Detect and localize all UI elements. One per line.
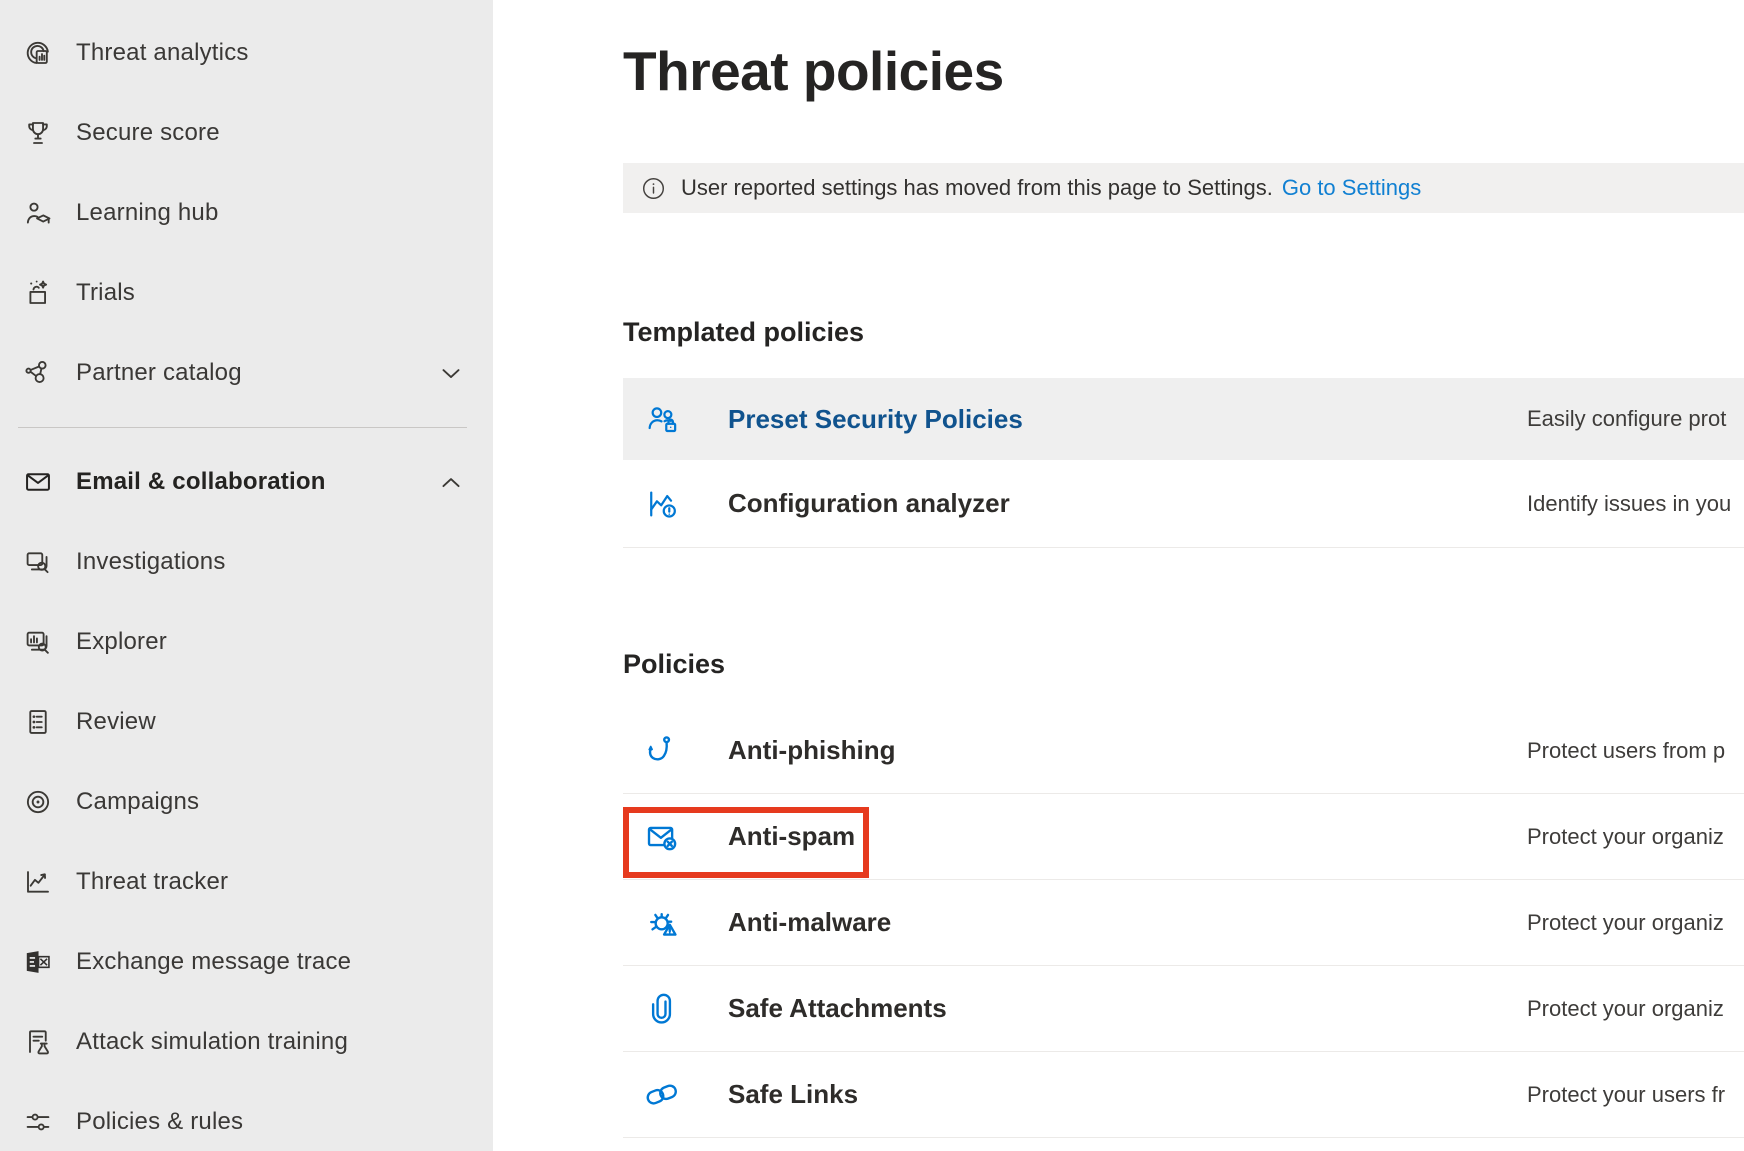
attack-simulation-icon <box>22 1026 54 1058</box>
sidebar-item-campaigns[interactable]: Campaigns <box>0 762 493 842</box>
sidebar-item-exchange-message-trace[interactable]: Exchange message trace <box>0 922 493 1002</box>
sidebar-item-learning-hub[interactable]: Learning hub <box>0 173 493 253</box>
row-description: Protect users from p <box>1527 738 1744 764</box>
threat-analytics-icon <box>22 37 54 69</box>
row-description: Protect your organiz <box>1527 824 1744 850</box>
investigations-icon <box>22 546 54 578</box>
main-content: Threat policies User reported settings h… <box>493 0 1744 1151</box>
row-anti-spam[interactable]: Anti-spam Protect your organiz <box>623 794 1744 880</box>
explorer-icon <box>22 626 54 658</box>
info-icon <box>640 175 667 202</box>
row-title[interactable]: Preset Security Policies <box>728 404 1023 435</box>
row-title[interactable]: Anti-spam <box>728 821 855 852</box>
email-icon <box>22 466 54 498</box>
sidebar-item-label: Investigations <box>76 548 226 576</box>
campaigns-icon <box>22 786 54 818</box>
sidebar-item-label: Exchange message trace <box>76 948 351 976</box>
row-anti-malware[interactable]: Anti-malware Protect your organiz <box>623 880 1744 966</box>
chevron-up-icon[interactable] <box>437 468 465 496</box>
safe-links-icon <box>643 1076 681 1114</box>
row-title[interactable]: Anti-phishing <box>728 735 896 766</box>
trophy-icon <box>22 117 54 149</box>
sidebar-item-threat-analytics[interactable]: Threat analytics <box>0 13 493 93</box>
trials-icon <box>22 277 54 309</box>
row-safe-links[interactable]: Safe Links Protect your users fr <box>623 1052 1744 1138</box>
sidebar-item-label: Attack simulation training <box>76 1028 348 1056</box>
row-title[interactable]: Configuration analyzer <box>728 488 1010 519</box>
row-title[interactable]: Safe Attachments <box>728 993 947 1024</box>
sidebar-item-explorer[interactable]: Explorer <box>0 602 493 682</box>
sidebar-divider <box>18 427 467 428</box>
sidebar-item-label: Policies & rules <box>76 1108 243 1136</box>
review-icon <box>22 706 54 738</box>
threat-tracker-icon <box>22 866 54 898</box>
sidebar-item-trials[interactable]: Trials <box>0 253 493 333</box>
sidebar-item-policies-rules[interactable]: Policies & rules <box>0 1082 493 1151</box>
exchange-icon <box>22 946 54 978</box>
row-configuration-analyzer[interactable]: Configuration analyzer Identify issues i… <box>623 460 1744 548</box>
row-description: Easily configure prot <box>1527 406 1744 432</box>
sidebar-item-label: Review <box>76 708 156 736</box>
sidebar-item-review[interactable]: Review <box>0 682 493 762</box>
partner-catalog-icon <box>22 357 54 389</box>
section-heading-templated: Templated policies <box>623 314 1744 350</box>
sidebar-section-label: Email & collaboration <box>76 468 326 496</box>
sidebar-item-label: Threat tracker <box>76 868 228 896</box>
sidebar-item-secure-score[interactable]: Secure score <box>0 93 493 173</box>
section-heading-policies: Policies <box>623 646 1744 682</box>
anti-phishing-icon <box>643 732 681 770</box>
sliders-icon <box>22 1106 54 1138</box>
templated-policies-list: Preset Security Policies Easily configur… <box>623 378 1744 548</box>
sidebar-item-threat-tracker[interactable]: Threat tracker <box>0 842 493 922</box>
sidebar-item-label: Secure score <box>76 119 220 147</box>
row-preset-security-policies[interactable]: Preset Security Policies Easily configur… <box>623 378 1744 460</box>
info-banner: User reported settings has moved from th… <box>623 163 1744 213</box>
banner-text: User reported settings has moved from th… <box>681 175 1273 201</box>
preset-security-icon <box>643 400 681 438</box>
policies-list: Anti-phishing Protect users from p Anti-… <box>623 708 1744 1138</box>
sidebar-item-partner-catalog[interactable]: Partner catalog <box>0 333 493 413</box>
page-title: Threat policies <box>623 38 1744 104</box>
learning-hub-icon <box>22 197 54 229</box>
row-title[interactable]: Anti-malware <box>728 907 891 938</box>
defender-portal: Threat analytics Secure score <box>0 0 1744 1151</box>
sidebar: Threat analytics Secure score <box>0 0 493 1151</box>
anti-spam-icon <box>643 818 681 856</box>
sidebar-item-label: Partner catalog <box>76 359 242 387</box>
row-anti-phishing[interactable]: Anti-phishing Protect users from p <box>623 708 1744 794</box>
configuration-analyzer-icon <box>643 485 681 523</box>
safe-attachments-icon <box>643 990 681 1028</box>
sidebar-item-investigations[interactable]: Investigations <box>0 522 493 602</box>
row-title[interactable]: Safe Links <box>728 1079 858 1110</box>
sidebar-item-label: Campaigns <box>76 788 199 816</box>
sidebar-section-email-collaboration[interactable]: Email & collaboration <box>0 442 493 522</box>
sidebar-item-label: Learning hub <box>76 199 219 227</box>
row-safe-attachments[interactable]: Safe Attachments Protect your organiz <box>623 966 1744 1052</box>
sidebar-item-attack-simulation-training[interactable]: Attack simulation training <box>0 1002 493 1082</box>
row-description: Protect your users fr <box>1527 1082 1744 1108</box>
anti-malware-icon <box>643 904 681 942</box>
row-description: Protect your organiz <box>1527 996 1744 1022</box>
sidebar-item-label: Trials <box>76 279 135 307</box>
go-to-settings-link[interactable]: Go to Settings <box>1282 175 1421 201</box>
chevron-down-icon[interactable] <box>437 359 465 387</box>
row-description: Protect your organiz <box>1527 910 1744 936</box>
sidebar-item-label: Threat analytics <box>76 39 249 67</box>
sidebar-item-label: Explorer <box>76 628 167 656</box>
row-description: Identify issues in you <box>1527 491 1744 517</box>
